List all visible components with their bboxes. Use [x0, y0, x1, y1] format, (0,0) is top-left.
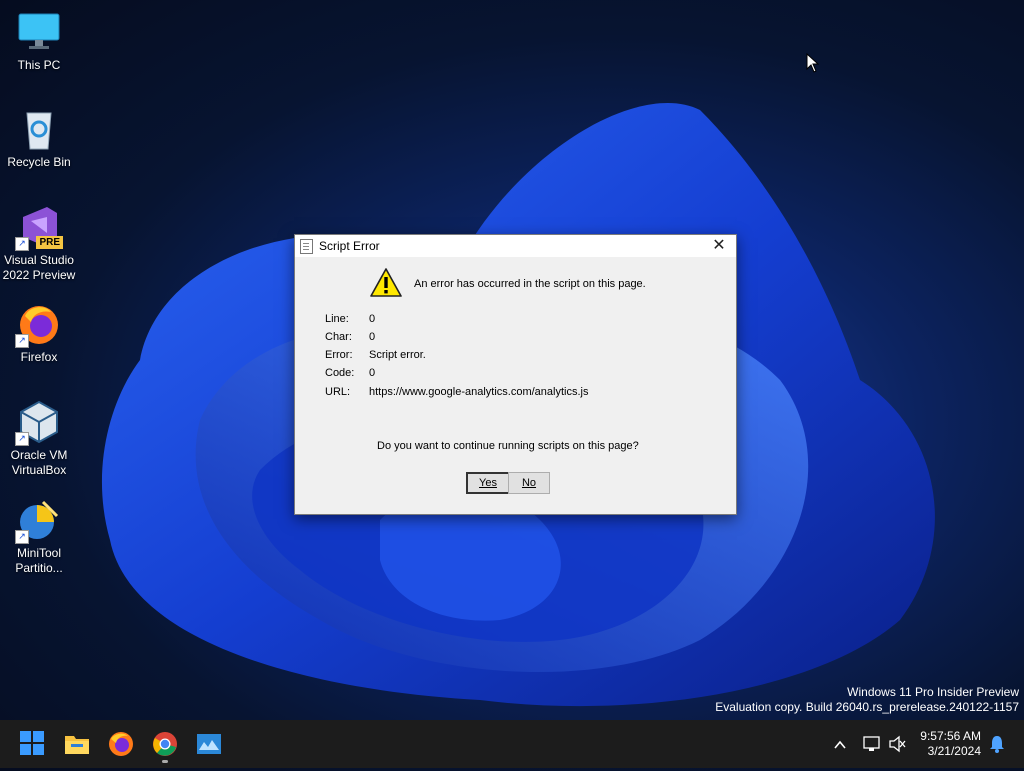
desktop-icon-label: MiniTool Partitio... — [15, 546, 63, 575]
folder-icon — [65, 736, 89, 754]
shortcut-arrow-icon: ↗ — [15, 334, 29, 348]
watermark-line1: Windows 11 Pro Insider Preview — [847, 685, 1019, 699]
taskbar: 9:57:56 AM 3/21/2024 — [0, 720, 1024, 768]
evaluation-watermark: Windows 11 Pro Insider Preview Evaluatio… — [715, 685, 1019, 715]
file-explorer-button[interactable] — [63, 730, 91, 758]
minitool-icon: ↗ — [15, 498, 61, 544]
network-icon — [863, 736, 880, 751]
volume-button[interactable] — [888, 720, 908, 768]
detail-value: 0 — [369, 313, 376, 325]
shortcut-arrow-icon: ↗ — [15, 530, 29, 544]
desktop-icon-visual-studio[interactable]: PRE ↗ Visual Studio 2022 Preview — [2, 205, 76, 283]
desktop-icon-this-pc[interactable]: This PC — [2, 10, 76, 73]
start-button[interactable] — [19, 730, 47, 758]
desktop-icon-firefox[interactable]: ↗ Firefox — [2, 302, 76, 365]
desktop-icon-minitool[interactable]: ↗ MiniTool Partitio... — [2, 498, 76, 576]
clock-date: 3/21/2024 — [927, 744, 981, 758]
detail-value: 0 — [369, 367, 376, 379]
volume-muted-icon — [889, 735, 906, 753]
shortcut-arrow-icon: ↗ — [15, 432, 29, 446]
virtualbox-icon: ↗ — [15, 400, 61, 446]
app-taskbar-button[interactable] — [195, 730, 223, 758]
detail-label: Line: — [325, 313, 349, 325]
desktop-icon-label: Recycle Bin — [7, 155, 71, 169]
detail-value: Script error. — [369, 349, 426, 361]
clock[interactable]: 9:57:56 AM 3/21/2024 — [920, 729, 981, 759]
recycle-bin-icon — [17, 107, 61, 151]
network-status-button[interactable] — [862, 720, 882, 768]
close-button[interactable]: ✕ — [708, 236, 730, 256]
running-indicator — [162, 760, 168, 763]
warning-icon — [370, 268, 402, 297]
desktop-icon-virtualbox[interactable]: ↗ Oracle VM VirtualBox — [2, 400, 76, 478]
detail-label: Char: — [325, 331, 352, 343]
mouse-cursor-icon — [806, 53, 820, 73]
notifications-button[interactable] — [988, 720, 1006, 768]
chevron-up-icon — [834, 740, 846, 749]
desktop-icon-label: This PC — [17, 58, 61, 72]
dialog-title: Script Error — [319, 239, 380, 253]
detail-value: 0 — [369, 331, 376, 343]
detail-label: Code: — [325, 367, 355, 379]
desktop-icon-label: Oracle VM VirtualBox — [10, 448, 68, 477]
continue-question: Do you want to continue running scripts … — [377, 440, 639, 452]
no-button[interactable]: No — [508, 472, 550, 494]
dialog-titlebar[interactable]: Script Error ✕ — [295, 235, 736, 257]
firefox-taskbar-button[interactable] — [107, 730, 135, 758]
desktop-icon-recycle-bin[interactable]: Recycle Bin — [2, 107, 76, 170]
pre-badge: PRE — [36, 236, 63, 249]
document-icon — [300, 239, 313, 254]
script-error-dialog: Script Error ✕ An error has occurred in … — [294, 234, 737, 515]
shortcut-arrow-icon: ↗ — [15, 237, 29, 251]
firefox-icon: ↗ — [15, 302, 61, 348]
visual-studio-icon: PRE ↗ — [15, 205, 63, 251]
bell-icon — [990, 736, 1004, 753]
detail-label: URL: — [325, 386, 351, 398]
chrome-taskbar-button[interactable] — [151, 730, 179, 763]
clock-time: 9:57:56 AM — [920, 729, 981, 743]
desktop-icon-label: Firefox — [20, 350, 58, 364]
desktop-icon-label: Visual Studio 2022 Preview — [2, 253, 76, 282]
yes-button[interactable]: Yes — [466, 472, 510, 494]
detail-label: Error: — [325, 349, 353, 361]
windows-start-icon — [20, 731, 44, 755]
show-hidden-icons-button[interactable] — [832, 720, 848, 768]
chrome-icon — [153, 732, 177, 756]
watermark-line2: Evaluation copy. Build 26040.rs_prerelea… — [715, 700, 1019, 714]
detail-value: https://www.google-analytics.com/analyti… — [369, 386, 589, 398]
app-icon — [197, 734, 221, 754]
close-icon: ✕ — [712, 237, 726, 254]
firefox-icon — [109, 732, 133, 756]
error-message: An error has occurred in the script on t… — [414, 278, 646, 290]
monitor-icon — [17, 10, 61, 54]
